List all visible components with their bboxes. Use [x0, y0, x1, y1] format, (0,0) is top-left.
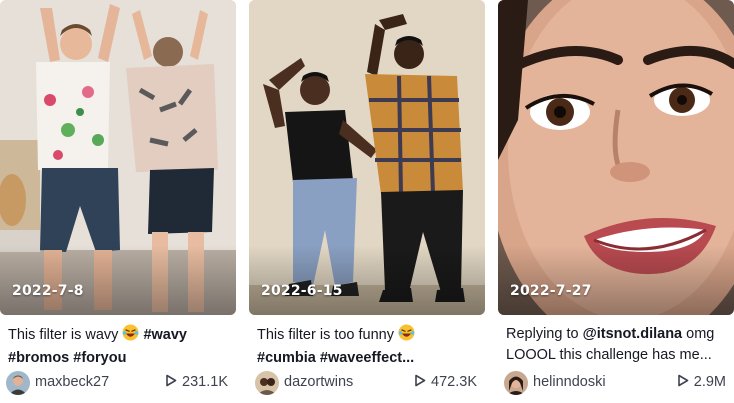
caption-suffix: omg — [686, 326, 715, 342]
video-meta: dazortwins 472.3K — [255, 370, 481, 396]
laughing-emoji-icon — [122, 324, 139, 348]
video-caption[interactable]: This filter is too funny #cumbia #waveef… — [257, 324, 481, 369]
video-meta: maxbeck27 231.1K — [6, 370, 232, 396]
view-count-value: 231.1K — [182, 374, 228, 390]
caption-text: This filter is wavy — [8, 327, 119, 343]
caption-line: Replying to @itsnot.dilana omg — [506, 324, 730, 345]
thumbnail-gradient — [498, 245, 734, 315]
play-icon — [165, 374, 177, 391]
video-card: 2022-7-8 This filter is wavy #wavy #brom… — [0, 0, 236, 403]
author-name[interactable]: dazortwins — [284, 374, 353, 390]
laughing-emoji-icon — [398, 324, 415, 348]
caption-line: This filter is wavy #wavy — [8, 324, 232, 348]
video-caption[interactable]: Replying to @itsnot.dilana omg LOOOL thi… — [506, 324, 730, 366]
video-date: 2022-6-15 — [261, 283, 343, 299]
video-date: 2022-7-27 — [510, 283, 592, 299]
author-name[interactable]: maxbeck27 — [35, 374, 109, 390]
caption-line: This filter is too funny — [257, 324, 481, 348]
hashtag-link[interactable]: #bromos — [8, 350, 69, 366]
caption-line: #cumbia #waveeffect... — [257, 348, 481, 369]
avatar[interactable] — [504, 371, 528, 395]
video-thumbnail[interactable]: 2022-7-27 — [498, 0, 734, 315]
mention-link[interactable]: @itsnot.dilana — [583, 326, 683, 342]
hashtag-link[interactable]: #cumbia — [257, 350, 316, 366]
video-grid: 2022-7-8 This filter is wavy #wavy #brom… — [0, 0, 734, 403]
hashtag-link[interactable]: #waveeffect... — [320, 350, 414, 366]
hashtag-link[interactable]: #foryou — [73, 350, 126, 366]
video-meta: helinndoski 2.9M — [504, 370, 730, 396]
video-caption[interactable]: This filter is wavy #wavy #bromos #foryo… — [8, 324, 232, 369]
video-card: 2022-6-15 This filter is too funny #cumb… — [249, 0, 485, 403]
view-count: 472.3K — [414, 374, 477, 391]
play-icon — [414, 374, 426, 391]
thumbnail-gradient — [249, 245, 485, 315]
view-count-value: 2.9M — [693, 374, 726, 390]
play-icon — [677, 374, 689, 391]
author-name[interactable]: helinndoski — [533, 374, 606, 390]
view-count: 2.9M — [677, 374, 726, 391]
caption-text: This filter is too funny — [257, 327, 394, 343]
thumbnail-gradient — [0, 245, 236, 315]
caption-prefix: Replying to — [506, 326, 579, 342]
video-thumbnail[interactable]: 2022-7-8 — [0, 0, 236, 315]
avatar[interactable] — [6, 371, 30, 395]
caption-line: #bromos #foryou — [8, 348, 232, 369]
avatar[interactable] — [255, 371, 279, 395]
hashtag-link[interactable]: #wavy — [143, 327, 187, 343]
view-count: 231.1K — [165, 374, 228, 391]
view-count-value: 472.3K — [431, 374, 477, 390]
video-thumbnail[interactable]: 2022-6-15 — [249, 0, 485, 315]
caption-line: LOOOL this challenge has me... — [506, 347, 712, 363]
video-card: 2022-7-27 Replying to @itsnot.dilana omg… — [498, 0, 734, 403]
video-date: 2022-7-8 — [12, 283, 84, 299]
